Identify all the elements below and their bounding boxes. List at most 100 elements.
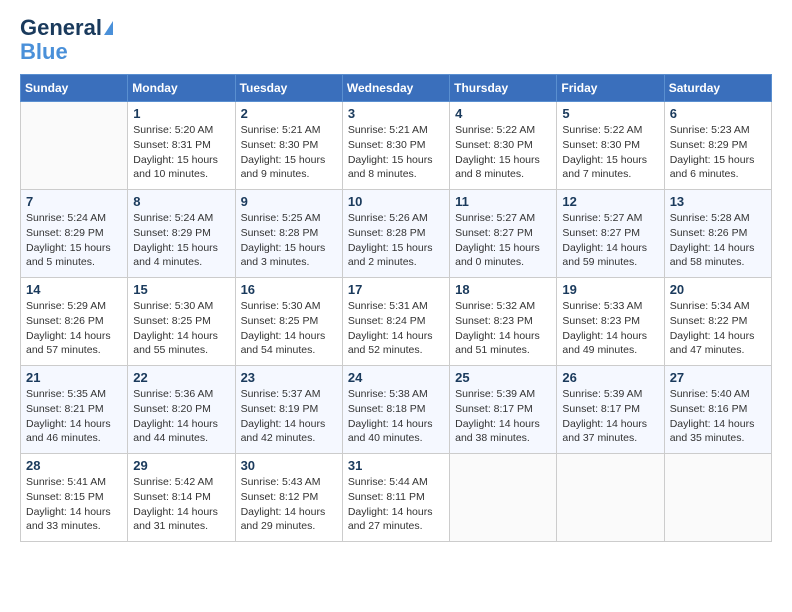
cell-info: Sunrise: 5:39 AM Sunset: 8:17 PM Dayligh…	[562, 387, 658, 446]
cell-info: Sunrise: 5:27 AM Sunset: 8:27 PM Dayligh…	[455, 211, 551, 270]
logo-text-blue: Blue	[20, 40, 68, 64]
cell-info: Sunrise: 5:21 AM Sunset: 8:30 PM Dayligh…	[348, 123, 444, 182]
day-number: 30	[241, 458, 337, 473]
calendar-cell: 8 Sunrise: 5:24 AM Sunset: 8:29 PM Daylig…	[128, 190, 235, 278]
calendar-cell: 1 Sunrise: 5:20 AM Sunset: 8:31 PM Daylig…	[128, 102, 235, 190]
day-number: 18	[455, 282, 551, 297]
calendar-cell: 5 Sunrise: 5:22 AM Sunset: 8:30 PM Daylig…	[557, 102, 664, 190]
logo-triangle-icon	[104, 21, 113, 35]
week-row-2: 7 Sunrise: 5:24 AM Sunset: 8:29 PM Daylig…	[21, 190, 772, 278]
cell-info: Sunrise: 5:26 AM Sunset: 8:28 PM Dayligh…	[348, 211, 444, 270]
day-number: 28	[26, 458, 122, 473]
calendar-cell: 7 Sunrise: 5:24 AM Sunset: 8:29 PM Daylig…	[21, 190, 128, 278]
calendar-cell: 19 Sunrise: 5:33 AM Sunset: 8:23 PM Dayli…	[557, 278, 664, 366]
logo-text-general: General	[20, 16, 102, 40]
day-number: 2	[241, 106, 337, 121]
day-number: 14	[26, 282, 122, 297]
day-number: 13	[670, 194, 766, 209]
cell-info: Sunrise: 5:40 AM Sunset: 8:16 PM Dayligh…	[670, 387, 766, 446]
calendar-cell: 22 Sunrise: 5:36 AM Sunset: 8:20 PM Dayli…	[128, 366, 235, 454]
calendar-cell: 24 Sunrise: 5:38 AM Sunset: 8:18 PM Dayli…	[342, 366, 449, 454]
cell-info: Sunrise: 5:24 AM Sunset: 8:29 PM Dayligh…	[26, 211, 122, 270]
calendar-cell: 27Sunrise: 5:40 AM Sunset: 8:16 PM Dayli…	[664, 366, 771, 454]
calendar-cell: 13 Sunrise: 5:28 AM Sunset: 8:26 PM Dayli…	[664, 190, 771, 278]
calendar-cell: 6 Sunrise: 5:23 AM Sunset: 8:29 PM Daylig…	[664, 102, 771, 190]
weekday-header-wednesday: Wednesday	[342, 75, 449, 102]
week-row-4: 21 Sunrise: 5:35 AM Sunset: 8:21 PM Dayli…	[21, 366, 772, 454]
cell-info: Sunrise: 5:23 AM Sunset: 8:29 PM Dayligh…	[670, 123, 766, 182]
cell-info: Sunrise: 5:31 AM Sunset: 8:24 PM Dayligh…	[348, 299, 444, 358]
day-number: 20	[670, 282, 766, 297]
cell-info: Sunrise: 5:22 AM Sunset: 8:30 PM Dayligh…	[562, 123, 658, 182]
calendar-cell	[21, 102, 128, 190]
cell-info: Sunrise: 5:37 AM Sunset: 8:19 PM Dayligh…	[241, 387, 337, 446]
calendar-cell	[557, 454, 664, 542]
weekday-header-thursday: Thursday	[450, 75, 557, 102]
cell-info: Sunrise: 5:28 AM Sunset: 8:26 PM Dayligh…	[670, 211, 766, 270]
cell-info: Sunrise: 5:32 AM Sunset: 8:23 PM Dayligh…	[455, 299, 551, 358]
calendar-cell: 17 Sunrise: 5:31 AM Sunset: 8:24 PM Dayli…	[342, 278, 449, 366]
day-number: 17	[348, 282, 444, 297]
cell-info: Sunrise: 5:43 AM Sunset: 8:12 PM Dayligh…	[241, 475, 337, 534]
calendar-cell: 16 Sunrise: 5:30 AM Sunset: 8:25 PM Dayli…	[235, 278, 342, 366]
cell-info: Sunrise: 5:29 AM Sunset: 8:26 PM Dayligh…	[26, 299, 122, 358]
weekday-header-row: SundayMondayTuesdayWednesdayThursdayFrid…	[21, 75, 772, 102]
weekday-header-tuesday: Tuesday	[235, 75, 342, 102]
calendar-cell: 3 Sunrise: 5:21 AM Sunset: 8:30 PM Daylig…	[342, 102, 449, 190]
weekday-header-sunday: Sunday	[21, 75, 128, 102]
calendar-cell: 11 Sunrise: 5:27 AM Sunset: 8:27 PM Dayli…	[450, 190, 557, 278]
weekday-header-saturday: Saturday	[664, 75, 771, 102]
calendar-cell: 21 Sunrise: 5:35 AM Sunset: 8:21 PM Dayli…	[21, 366, 128, 454]
cell-info: Sunrise: 5:42 AM Sunset: 8:14 PM Dayligh…	[133, 475, 229, 534]
day-number: 1	[133, 106, 229, 121]
calendar-cell: 18 Sunrise: 5:32 AM Sunset: 8:23 PM Dayli…	[450, 278, 557, 366]
cell-info: Sunrise: 5:35 AM Sunset: 8:21 PM Dayligh…	[26, 387, 122, 446]
day-number: 24	[348, 370, 444, 385]
day-number: 26	[562, 370, 658, 385]
day-number: 16	[241, 282, 337, 297]
calendar-cell: 28 Sunrise: 5:41 AM Sunset: 8:15 PM Dayli…	[21, 454, 128, 542]
cell-info: Sunrise: 5:38 AM Sunset: 8:18 PM Dayligh…	[348, 387, 444, 446]
day-number: 15	[133, 282, 229, 297]
day-number: 5	[562, 106, 658, 121]
day-number: 9	[241, 194, 337, 209]
calendar-cell: 29 Sunrise: 5:42 AM Sunset: 8:14 PM Dayli…	[128, 454, 235, 542]
day-number: 3	[348, 106, 444, 121]
weekday-header-friday: Friday	[557, 75, 664, 102]
weekday-header-monday: Monday	[128, 75, 235, 102]
calendar-cell: 2 Sunrise: 5:21 AM Sunset: 8:30 PM Daylig…	[235, 102, 342, 190]
day-number: 11	[455, 194, 551, 209]
cell-info: Sunrise: 5:21 AM Sunset: 8:30 PM Dayligh…	[241, 123, 337, 182]
day-number: 19	[562, 282, 658, 297]
cell-info: Sunrise: 5:33 AM Sunset: 8:23 PM Dayligh…	[562, 299, 658, 358]
cell-info: Sunrise: 5:22 AM Sunset: 8:30 PM Dayligh…	[455, 123, 551, 182]
day-number: 31	[348, 458, 444, 473]
cell-info: Sunrise: 5:24 AM Sunset: 8:29 PM Dayligh…	[133, 211, 229, 270]
calendar-cell: 14 Sunrise: 5:29 AM Sunset: 8:26 PM Dayli…	[21, 278, 128, 366]
cell-info: Sunrise: 5:44 AM Sunset: 8:11 PM Dayligh…	[348, 475, 444, 534]
calendar-cell: 23Sunrise: 5:37 AM Sunset: 8:19 PM Dayli…	[235, 366, 342, 454]
day-number: 12	[562, 194, 658, 209]
day-number: 7	[26, 194, 122, 209]
day-number: 22	[133, 370, 229, 385]
calendar-cell: 4Sunrise: 5:22 AM Sunset: 8:30 PM Daylig…	[450, 102, 557, 190]
cell-info: Sunrise: 5:20 AM Sunset: 8:31 PM Dayligh…	[133, 123, 229, 182]
day-number: 8	[133, 194, 229, 209]
day-number: 21	[26, 370, 122, 385]
cell-info: Sunrise: 5:30 AM Sunset: 8:25 PM Dayligh…	[241, 299, 337, 358]
calendar-cell	[664, 454, 771, 542]
calendar-cell: 31 Sunrise: 5:44 AM Sunset: 8:11 PM Dayli…	[342, 454, 449, 542]
week-row-5: 28 Sunrise: 5:41 AM Sunset: 8:15 PM Dayli…	[21, 454, 772, 542]
cell-info: Sunrise: 5:36 AM Sunset: 8:20 PM Dayligh…	[133, 387, 229, 446]
day-number: 29	[133, 458, 229, 473]
week-row-3: 14 Sunrise: 5:29 AM Sunset: 8:26 PM Dayli…	[21, 278, 772, 366]
calendar-cell: 30 Sunrise: 5:43 AM Sunset: 8:12 PM Dayli…	[235, 454, 342, 542]
cell-info: Sunrise: 5:41 AM Sunset: 8:15 PM Dayligh…	[26, 475, 122, 534]
calendar-table: SundayMondayTuesdayWednesdayThursdayFrid…	[20, 74, 772, 542]
calendar-cell: 15Sunrise: 5:30 AM Sunset: 8:25 PM Dayli…	[128, 278, 235, 366]
calendar-cell: 9Sunrise: 5:25 AM Sunset: 8:28 PM Daylig…	[235, 190, 342, 278]
day-number: 25	[455, 370, 551, 385]
cell-info: Sunrise: 5:27 AM Sunset: 8:27 PM Dayligh…	[562, 211, 658, 270]
day-number: 6	[670, 106, 766, 121]
logo: General Blue	[20, 16, 113, 64]
